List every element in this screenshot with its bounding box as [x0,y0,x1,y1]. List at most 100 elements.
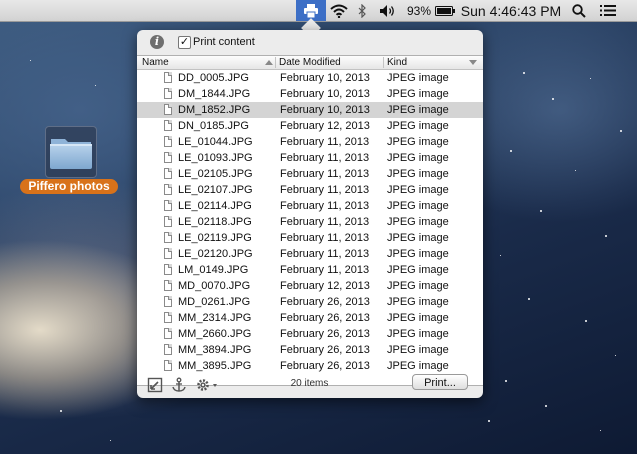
print-content-label[interactable]: Print content [193,36,255,48]
column-header-bar: Name Date Modified Kind [137,56,483,70]
table-row[interactable]: MD_0070.JPG February 12, 2013 JPEG image [137,278,483,294]
jpeg-file-icon [164,72,172,83]
file-date-modified: February 11, 2013 [280,248,370,260]
jpeg-file-icon [164,232,172,243]
file-name: LE_02119.JPG [178,232,252,244]
print-content-checkbox[interactable]: ✓ [178,36,191,49]
jpeg-file-icon [164,360,172,371]
reveal-icon [147,377,163,393]
file-kind: JPEG image [387,312,449,324]
item-count: 20 items [290,378,329,389]
table-row[interactable]: LE_01044.JPG February 11, 2013 JPEG image [137,134,483,150]
action-menu-button[interactable] [195,377,219,393]
file-date-modified: February 26, 2013 [280,312,370,324]
table-row[interactable]: LE_02114.JPG February 11, 2013 JPEG image [137,198,483,214]
table-row[interactable]: MD_0261.JPG February 26, 2013 JPEG image [137,294,483,310]
table-row[interactable]: MM_2314.JPG February 26, 2013 JPEG image [137,310,483,326]
file-kind: JPEG image [387,200,449,212]
table-row[interactable]: LE_02105.JPG February 11, 2013 JPEG image [137,166,483,182]
file-date-modified: February 26, 2013 [280,344,370,356]
table-row[interactable]: LE_01093.JPG February 11, 2013 JPEG image [137,150,483,166]
column-separator[interactable] [275,57,276,68]
file-name: DN_0185.JPG [178,120,249,132]
print-popover: i ✓ Print content Name Date Modified Kin… [137,30,483,398]
battery-percent[interactable]: 93% [406,0,432,21]
file-date-modified: February 11, 2013 [280,184,370,196]
file-date-modified: February 10, 2013 [280,104,370,116]
battery-menu-extra[interactable] [434,0,456,21]
jpeg-file-icon [164,88,172,99]
file-name: LM_0149.JPG [178,264,249,276]
column-header-kind[interactable]: Kind [387,56,467,69]
file-kind: JPEG image [387,120,449,132]
file-date-modified: February 11, 2013 [280,232,370,244]
info-icon[interactable]: i [150,35,164,49]
file-kind: JPEG image [387,232,449,244]
table-row[interactable]: LE_02107.JPG February 11, 2013 JPEG image [137,182,483,198]
print-button[interactable]: Print... [412,374,468,390]
detach-button[interactable] [171,377,187,393]
volume-icon [380,4,394,17]
file-name: LE_02118.JPG [178,216,252,228]
file-kind: JPEG image [387,72,449,84]
file-name: LE_02105.JPG [178,168,253,180]
column-separator[interactable] [383,57,384,68]
wifi-menu-extra[interactable] [328,0,350,21]
notification-center-button[interactable] [598,0,618,21]
clock-menu-extra[interactable]: Sun 4:46:43 PM [460,0,562,21]
column-header-name[interactable]: Name [142,56,272,69]
jpeg-file-icon [164,216,172,227]
table-row[interactable]: LE_02118.JPG February 11, 2013 JPEG image [137,214,483,230]
table-row[interactable]: DN_0185.JPG February 12, 2013 JPEG image [137,118,483,134]
file-date-modified: February 11, 2013 [280,216,370,228]
column-menu-icon[interactable] [469,60,477,65]
file-kind: JPEG image [387,344,449,356]
file-date-modified: February 10, 2013 [280,72,370,84]
file-date-modified: February 10, 2013 [280,88,370,100]
anchor-icon [172,377,186,392]
volume-menu-extra[interactable] [377,0,399,21]
jpeg-file-icon [164,264,172,275]
file-name: LE_01093.JPG [178,152,253,164]
file-kind: JPEG image [387,264,449,276]
table-row[interactable]: LE_02120.JPG February 11, 2013 JPEG image [137,246,483,262]
table-row-selected[interactable]: DM_1852.JPG February 10, 2013 JPEG image [137,102,483,118]
file-date-modified: February 12, 2013 [280,120,370,132]
jpeg-file-icon [164,312,172,323]
file-name: DM_1844.JPG [178,88,251,100]
column-header-date[interactable]: Date Modified [279,56,379,69]
file-name: DD_0005.JPG [178,72,249,84]
wifi-icon [330,4,348,18]
jpeg-file-icon [164,280,172,291]
file-name: MM_3894.JPG [178,344,252,356]
file-name: LE_02107.JPG [178,184,253,196]
file-kind: JPEG image [387,104,449,116]
file-kind: JPEG image [387,248,449,260]
jpeg-file-icon [164,184,172,195]
file-kind: JPEG image [387,184,449,196]
file-kind: JPEG image [387,88,449,100]
spotlight-button[interactable] [570,0,588,21]
file-name: MM_2314.JPG [178,312,252,324]
popover-footer: 20 items Print... [137,371,483,398]
file-name: DM_1852.JPG [178,104,251,116]
jpeg-file-icon [164,248,172,259]
file-kind: JPEG image [387,328,449,340]
file-kind: JPEG image [387,136,449,148]
jpeg-file-icon [164,296,172,307]
table-row[interactable]: MM_2660.JPG February 26, 2013 JPEG image [137,326,483,342]
folder-selection-highlight [45,126,97,178]
file-date-modified: February 26, 2013 [280,328,370,340]
table-row[interactable]: LM_0149.JPG February 11, 2013 JPEG image [137,262,483,278]
jpeg-file-icon [164,120,172,131]
table-row[interactable]: LE_02119.JPG February 11, 2013 JPEG image [137,230,483,246]
reveal-in-finder-button[interactable] [147,377,163,393]
jpeg-file-icon [164,104,172,115]
file-date-modified: February 12, 2013 [280,280,370,292]
table-row[interactable]: DD_0005.JPG February 10, 2013 JPEG image [137,70,483,86]
file-name: LE_02120.JPG [178,248,253,260]
file-kind: JPEG image [387,296,449,308]
table-row[interactable]: DM_1844.JPG February 10, 2013 JPEG image [137,86,483,102]
table-row[interactable]: MM_3894.JPG February 26, 2013 JPEG image [137,342,483,358]
bluetooth-menu-extra[interactable] [354,0,370,21]
